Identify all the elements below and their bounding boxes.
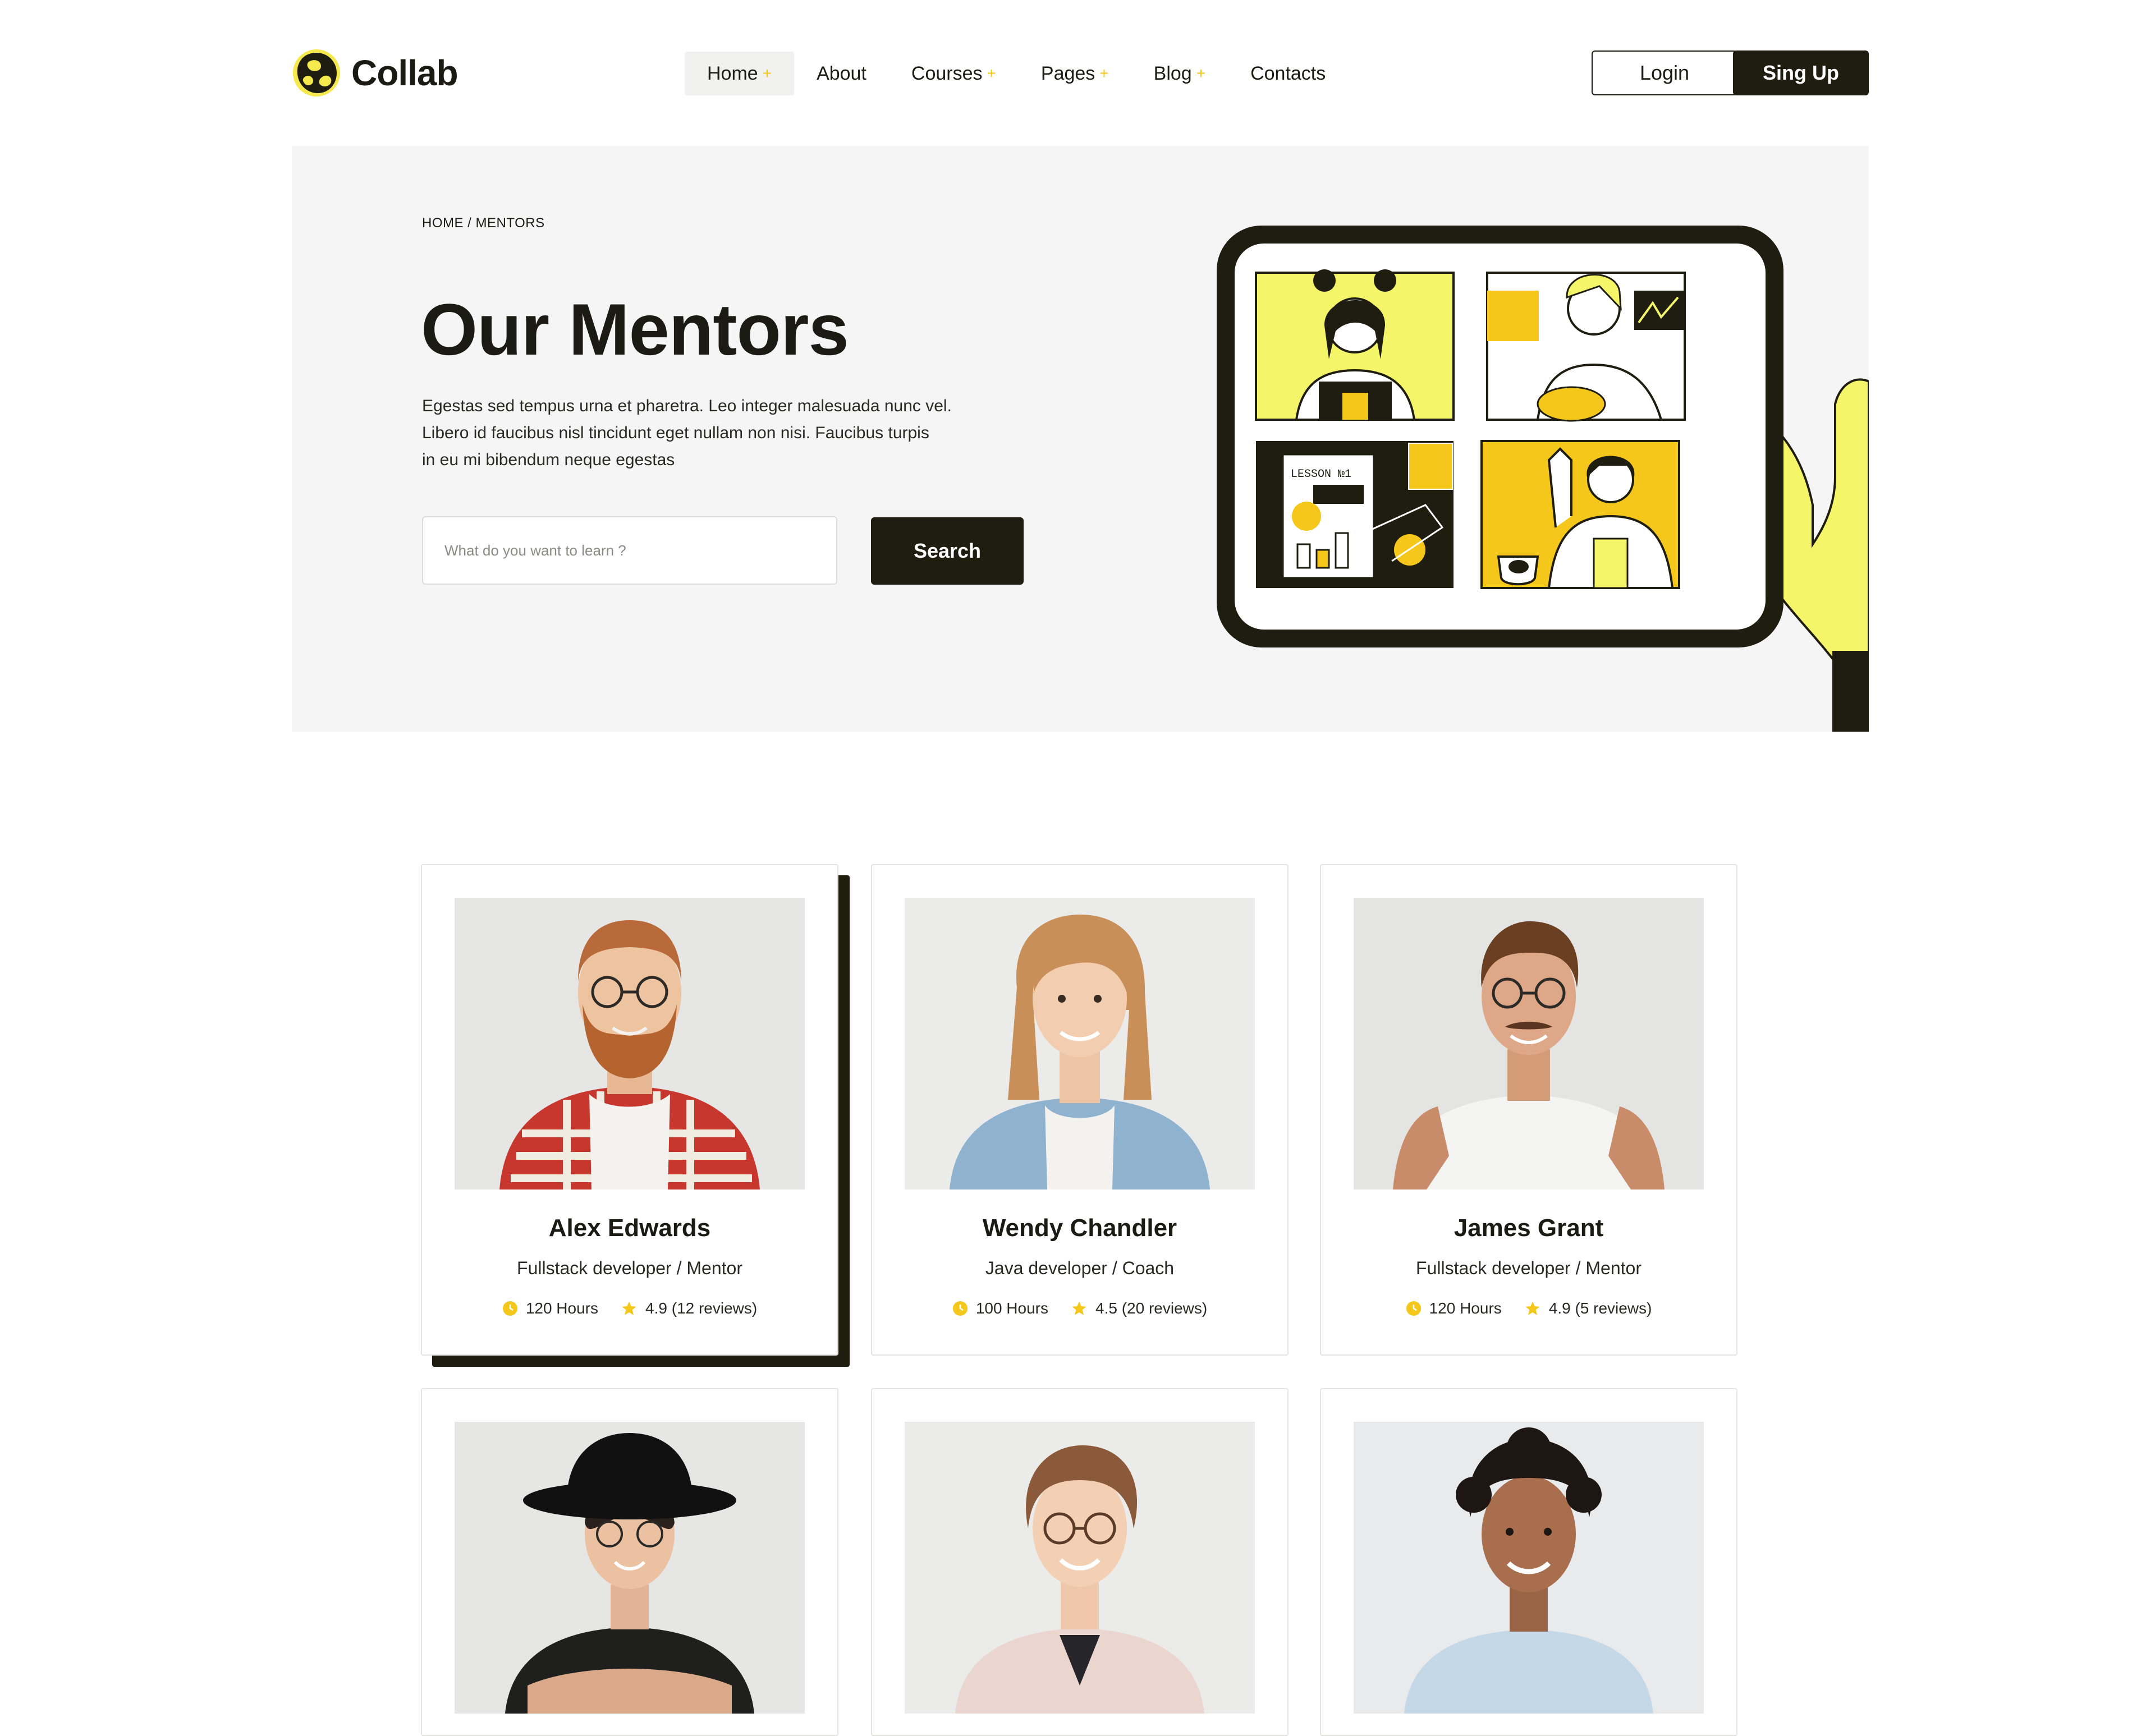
nav-item-label: About [817,62,866,84]
mentor-name[interactable]: James Grant [1321,1214,1736,1242]
mentor-role: Fullstack developer / Mentor [517,1258,742,1278]
nav-item-blog[interactable]: Blog + [1131,52,1228,95]
nav-item-label: Contacts [1250,62,1326,84]
mentor-hours: 120 Hours [1406,1299,1502,1317]
plus-icon: + [987,65,996,82]
nav-item-about[interactable]: About [794,52,889,95]
hero-section: HOME / MENTORS Our Mentors Egestas sed t… [292,146,1869,732]
nav-item-courses[interactable]: Courses + [889,52,1019,95]
hero-description-line: in eu mi bibendum neque egestas [422,451,675,469]
mentor-photo [905,1422,1255,1714]
nav-item-label: Blog [1153,62,1192,84]
mentor-card[interactable] [871,1388,1289,1736]
hero-description-line: Egestas sed tempus urna et pharetra. Leo… [422,397,952,415]
mentor-rating-text: 4.9 (12 reviews) [645,1299,758,1317]
page-title: Our Mentors [421,288,849,370]
nav-item-contacts[interactable]: Contacts [1228,52,1348,95]
mentor-photo [455,898,805,1190]
mentor-rating-text: 4.9 (5 reviews) [1548,1299,1652,1317]
mentor-stats: 120 Hours 4.9 (12 reviews) [422,1299,837,1317]
mentor-rating: 4.9 (5 reviews) [1524,1299,1652,1317]
search-button[interactable]: Search [871,517,1024,585]
illustration-text: LESSON №1 [1291,468,1351,481]
nav-item-label: Pages [1040,62,1095,84]
nav-item-label: Courses [911,62,983,84]
logo[interactable]: Collab [292,48,458,98]
star-icon [1072,1301,1086,1315]
mentor-photo [1354,898,1704,1190]
breadcrumb: HOME / MENTORS [422,215,545,231]
mentor-card[interactable]: Alex Edwards Fullstack developer / Mento… [421,864,838,1356]
hero-description-line: Libero id faucibus nisl tincidunt eget n… [422,424,929,442]
clock-icon [502,1301,517,1316]
mentor-photo [905,898,1255,1190]
mentor-card[interactable] [421,1388,838,1736]
star-icon [1525,1301,1540,1315]
logo-text: Collab [351,53,458,93]
logo-icon [293,49,340,97]
mentor-card[interactable]: Wendy Chandler Java developer / Coach 10… [871,864,1289,1356]
hero-description: Egestas sed tempus urna et pharetra. Leo… [422,393,1006,474]
mentor-role: Java developer / Coach [985,1258,1175,1278]
plus-icon: + [1196,65,1206,82]
mentor-hours: 120 Hours [502,1299,598,1317]
mentor-stats: 100 Hours 4.5 (20 reviews) [872,1299,1287,1317]
mentor-name[interactable]: Alex Edwards [422,1214,837,1242]
mentor-rating: 4.9 (12 reviews) [621,1299,757,1317]
mentor-photo [455,1422,805,1714]
mentor-rating: 4.5 (20 reviews) [1071,1299,1207,1317]
video-call-illustration: LESSON №1 [1217,226,1869,732]
clock-icon [952,1301,968,1316]
mentor-name[interactable]: Wendy Chandler [872,1214,1287,1242]
plus-icon: + [1099,65,1109,82]
main-nav: Home + About Courses + Pages + Blog + Co… [685,52,1348,95]
search-input[interactable] [422,516,837,585]
login-button[interactable]: Login [1592,50,1737,95]
mentor-rating-text: 4.5 (20 reviews) [1095,1299,1208,1317]
mentor-card[interactable]: James Grant Fullstack developer / Mentor… [1320,864,1737,1356]
nav-item-label: Home [707,62,758,84]
mentor-role: Fullstack developer / Mentor [1416,1258,1642,1278]
nav-item-pages[interactable]: Pages + [1019,52,1131,95]
mentor-card[interactable] [1320,1388,1737,1736]
star-icon [622,1301,636,1315]
plus-icon: + [762,65,772,82]
mentor-stats: 120 Hours 4.9 (5 reviews) [1321,1299,1736,1317]
mentor-hours: 100 Hours [952,1299,1048,1317]
clock-icon [1406,1301,1421,1316]
site-header: Collab Home + About Courses + Pages + Bl… [0,0,2155,146]
mentor-hours-text: 120 Hours [525,1299,598,1317]
mentor-hours-text: 100 Hours [975,1299,1048,1317]
signup-button[interactable]: Sing Up [1733,50,1869,95]
mentor-hours-text: 120 Hours [1429,1299,1502,1317]
mentor-photo [1354,1422,1704,1714]
nav-item-home[interactable]: Home + [685,52,795,95]
